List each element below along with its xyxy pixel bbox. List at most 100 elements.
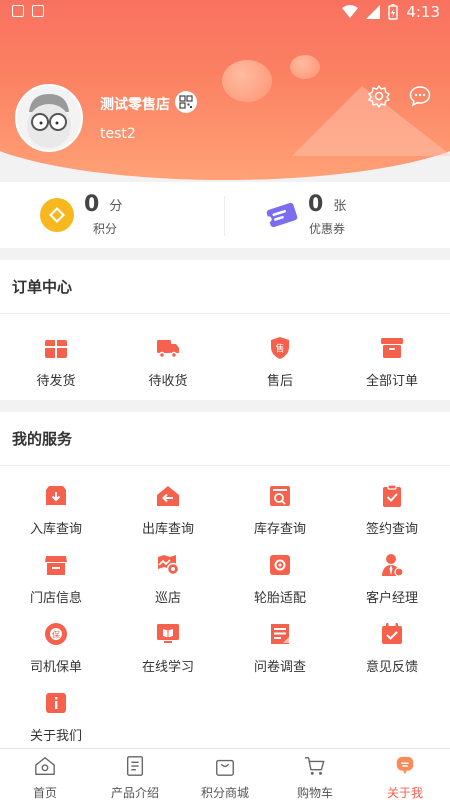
service-label: 关于我们 xyxy=(29,729,82,744)
order-item-label: 待收货 xyxy=(148,374,188,389)
store-icon xyxy=(45,556,67,575)
svg-text:保: 保 xyxy=(52,629,60,639)
archive-box-icon xyxy=(381,338,403,358)
text-notification-icon xyxy=(32,5,44,17)
tab-cart[interactable]: 购物车 xyxy=(270,749,360,800)
after-sale-shield-icon: 售 xyxy=(271,337,289,359)
tab-label: 购物车 xyxy=(296,786,333,800)
tab-label: 首页 xyxy=(32,786,57,800)
svg-text:售: 售 xyxy=(275,343,284,355)
inventory-search-icon xyxy=(270,486,290,506)
service-label: 库存查询 xyxy=(253,522,306,537)
store-name: 测试零售店 xyxy=(100,97,170,113)
tab-about-me[interactable]: 关于我 xyxy=(360,749,450,800)
decor-bubble-small xyxy=(290,55,320,79)
tab-products[interactable]: 产品介绍 xyxy=(90,749,180,800)
wifi-icon xyxy=(342,5,359,18)
service-online-learning[interactable]: 在线学习 xyxy=(112,622,224,675)
divider xyxy=(224,196,225,236)
info-icon xyxy=(46,693,66,713)
home-icon xyxy=(35,757,55,775)
inbound-box-icon xyxy=(46,486,66,505)
service-store-patrol[interactable]: 巡店 xyxy=(112,553,224,606)
coupon-item[interactable]: 0 张 xyxy=(308,192,346,217)
service-label: 出库查询 xyxy=(141,522,194,537)
tab-label: 关于我 xyxy=(386,786,423,800)
service-label: 意见反馈 xyxy=(365,660,418,675)
status-bar: 4:13 xyxy=(0,0,450,24)
service-label: 客户经理 xyxy=(365,591,418,606)
service-about-us[interactable]: 关于我们 xyxy=(0,691,112,744)
order-item-label: 待发货 xyxy=(36,374,76,389)
my-services-section: 我的服务 入库查询 出库查询 库存查询 签约查询 门店信息 巡店 轮胎适配 客户… xyxy=(0,412,450,748)
my-services-title: 我的服务 xyxy=(0,412,450,466)
tab-points-mall[interactable]: 积分商城 xyxy=(180,749,270,800)
service-tire-fitment[interactable]: 轮胎适配 xyxy=(224,553,336,606)
service-label: 入库查询 xyxy=(29,522,82,537)
service-inbound-query[interactable]: 入库查询 xyxy=(0,484,112,537)
score-value: 0 xyxy=(84,192,100,217)
settings-gear-icon[interactable] xyxy=(367,84,391,108)
decor-bubble-large xyxy=(222,60,272,102)
service-label: 在线学习 xyxy=(141,660,194,675)
order-pending-receipt[interactable]: 待收货 xyxy=(112,336,224,389)
profile-chat-icon xyxy=(396,756,414,775)
score-item[interactable]: 0 分 xyxy=(84,192,122,217)
username: test2 xyxy=(100,126,136,142)
truck-icon xyxy=(157,340,179,359)
order-all[interactable]: 全部订单 xyxy=(336,336,448,389)
service-store-info[interactable]: 门店信息 xyxy=(0,553,112,606)
order-center-section: 订单中心 待发货 待收货 售 售后 全部订单 xyxy=(0,260,450,400)
tire-icon xyxy=(270,555,290,575)
service-label: 司机保单 xyxy=(29,660,82,675)
feedback-calendar-icon xyxy=(382,623,402,644)
service-label: 问卷调查 xyxy=(253,660,306,675)
service-label: 轮胎适配 xyxy=(253,591,306,606)
message-bubble-icon[interactable] xyxy=(408,84,432,108)
tab-home[interactable]: 首页 xyxy=(0,749,90,800)
coupon-icon xyxy=(265,202,298,228)
manager-icon xyxy=(382,554,404,577)
order-pending-shipment[interactable]: 待发货 xyxy=(0,336,112,389)
battery-icon xyxy=(388,4,399,20)
service-label: 巡店 xyxy=(154,591,181,606)
avatar[interactable] xyxy=(15,84,83,152)
service-outbound-query[interactable]: 出库查询 xyxy=(112,484,224,537)
service-label: 签约查询 xyxy=(365,522,418,537)
contract-clipboard-icon xyxy=(383,484,401,507)
qr-code-icon[interactable] xyxy=(175,91,197,113)
service-questionnaire[interactable]: 问卷调查 xyxy=(224,622,336,675)
image-notification-icon xyxy=(12,5,24,17)
shopping-bag-icon xyxy=(216,759,234,776)
clock: 4:13 xyxy=(406,3,440,21)
tab-label: 积分商城 xyxy=(200,786,249,800)
insurance-icon: 保 xyxy=(45,623,67,645)
bottom-tab-bar: 首页 产品介绍 积分商城 购物车 关于我 xyxy=(0,748,450,800)
service-driver-insurance[interactable]: 保 司机保单 xyxy=(0,622,112,675)
document-icon xyxy=(126,756,144,776)
service-contract-query[interactable]: 签约查询 xyxy=(336,484,448,537)
signal-icon xyxy=(366,5,381,19)
service-account-manager[interactable]: 客户经理 xyxy=(336,553,448,606)
order-after-sale[interactable]: 售 售后 xyxy=(224,336,336,389)
service-label: 门店信息 xyxy=(29,591,82,606)
patrol-icon xyxy=(158,555,180,576)
avatar-face-icon xyxy=(17,86,81,150)
outbound-house-icon xyxy=(157,486,179,506)
cart-icon xyxy=(304,757,325,775)
survey-icon xyxy=(271,624,289,644)
order-item-label: 售后 xyxy=(266,374,293,389)
order-item-label: 全部订单 xyxy=(365,374,418,389)
profile-header: 4:13 测试零售店 test2 xyxy=(0,0,450,190)
gift-box-icon xyxy=(45,340,67,358)
points-bar: 0 分 积分 0 张 优惠券 xyxy=(0,182,450,248)
score-label: 积分 xyxy=(93,222,118,236)
book-screen-icon xyxy=(157,624,179,643)
coupon-label: 优惠券 xyxy=(309,222,346,236)
tab-label: 产品介绍 xyxy=(110,786,159,800)
coin-icon xyxy=(40,198,74,232)
score-unit: 分 xyxy=(109,199,123,214)
coupon-unit: 张 xyxy=(333,199,347,214)
service-feedback[interactable]: 意见反馈 xyxy=(336,622,448,675)
service-inventory-query[interactable]: 库存查询 xyxy=(224,484,336,537)
